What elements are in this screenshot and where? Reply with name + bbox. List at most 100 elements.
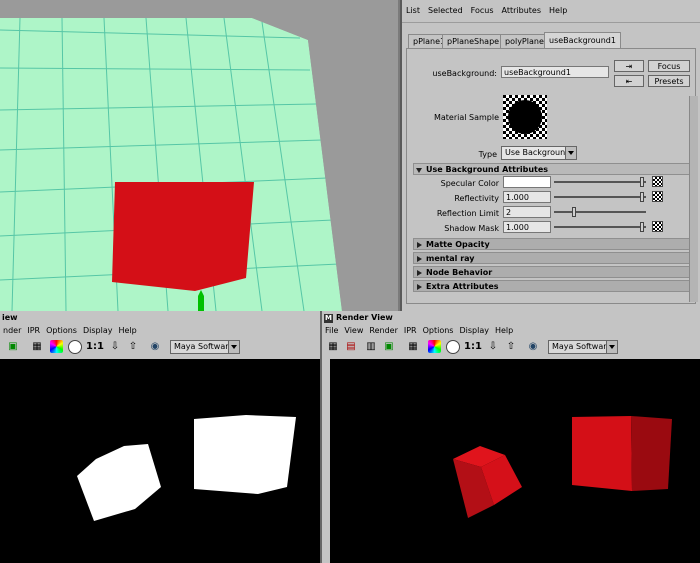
menu-display[interactable]: Display (80, 326, 116, 335)
shadow-mask-field[interactable]: 1.000 (503, 221, 551, 233)
specular-color-slider[interactable] (554, 177, 646, 187)
clapper-icon[interactable]: ▦ (406, 340, 420, 354)
remove-image-icon[interactable]: ⇧ (126, 340, 140, 354)
ipr-render-icon[interactable]: ▥ (364, 340, 378, 354)
mask-render (77, 415, 296, 521)
real-size-button[interactable]: 1:1 (86, 340, 104, 354)
keep-image-icon[interactable]: ⇩ (108, 340, 122, 354)
render-view-left-title: iew (0, 311, 320, 324)
section-title: Extra Attributes (426, 282, 499, 291)
slider-thumb[interactable] (640, 222, 644, 232)
reflectivity-field[interactable]: 1.000 (503, 191, 551, 203)
menu-focus[interactable]: Focus (467, 6, 498, 15)
clapper-icon[interactable]: ▦ (30, 340, 44, 354)
shadow-mask-slider[interactable] (554, 222, 646, 232)
menu-render[interactable]: Render (366, 326, 400, 335)
snapshot-icon[interactable]: ▣ (382, 340, 396, 354)
map-checker-icon[interactable] (652, 221, 663, 232)
expand-right-icon (417, 270, 422, 276)
section-use-background-attributes[interactable]: Use Background Attributes (413, 163, 691, 175)
alpha-channel-icon[interactable] (446, 340, 460, 354)
render-view-right: M Render View File View Render IPR Options Dis… (322, 311, 700, 563)
snapshot-icon[interactable]: ▣ (6, 340, 20, 354)
viewport-3d[interactable] (0, 0, 398, 311)
expand-down-icon (416, 168, 422, 173)
node-name-field[interactable]: useBackground1 (501, 66, 609, 78)
red-cube-large-front (572, 416, 632, 491)
renderer-value: Maya Software (174, 342, 234, 351)
render-view-right-titlebar: M Render View (322, 311, 700, 324)
section-title: Use Background Attributes (426, 165, 549, 174)
slider-thumb[interactable] (640, 177, 644, 187)
red-cube-large-side (631, 416, 672, 491)
expand-right-icon (417, 256, 422, 262)
slider-thumb[interactable] (572, 207, 576, 217)
renderer-dropdown[interactable]: Maya Software (548, 340, 618, 354)
rgb-channel-icon[interactable] (428, 340, 441, 353)
section-extra-attributes[interactable]: Extra Attributes (413, 280, 691, 292)
chevron-down-icon (606, 341, 617, 353)
render-view-left-toolbar: ▣ ▦ 1:1 ⇩ ⇧ ◉ Maya Software (0, 337, 320, 358)
render-view-right-toolbar: ▦ ▤ ▥ ▣ ▦ 1:1 ⇩ ⇧ ◉ Maya Software (322, 337, 700, 358)
focus-button[interactable]: Focus (648, 60, 690, 72)
renderer-dropdown[interactable]: Maya Software (170, 340, 240, 354)
output-arrow-button[interactable]: ⇤ (614, 75, 644, 87)
attribute-editor: List Selected Focus Attributes Help pPlane1 … (400, 0, 700, 311)
tab-usebackground1[interactable]: useBackground1 (544, 32, 621, 49)
alpha-channel-icon[interactable] (68, 340, 82, 354)
reflection-limit-label: Reflection Limit (436, 209, 499, 218)
render-image-right (330, 359, 700, 563)
menu-ipr[interactable]: IPR (401, 326, 420, 335)
redo-render-icon[interactable]: ▦ (326, 340, 340, 354)
node-label: useBackground: (432, 69, 497, 78)
type-dropdown-value: Use Background (505, 148, 571, 157)
material-sample-swatch[interactable] (503, 95, 547, 139)
menu-render[interactable]: nder (0, 326, 24, 335)
map-checker-icon[interactable] (652, 191, 663, 202)
menu-view[interactable]: View (341, 326, 366, 335)
menu-display[interactable]: Display (456, 326, 492, 335)
real-size-button[interactable]: 1:1 (464, 340, 482, 354)
rgb-channel-icon[interactable] (50, 340, 63, 353)
menu-attributes[interactable]: Attributes (498, 6, 546, 15)
reflectivity-slider[interactable] (554, 192, 646, 202)
section-title: Matte Opacity (426, 240, 490, 249)
remove-image-icon[interactable]: ⇧ (504, 340, 518, 354)
menu-selected[interactable]: Selected (424, 6, 467, 15)
menu-help[interactable]: Help (115, 326, 139, 335)
render-view-right-menubar: File View Render IPR Options Display Help (322, 324, 700, 337)
render-settings-icon[interactable]: ◉ (526, 340, 540, 354)
menu-options[interactable]: Options (420, 326, 457, 335)
red-cube[interactable] (112, 182, 254, 291)
menu-options[interactable]: Options (43, 326, 80, 335)
slider-thumb[interactable] (640, 192, 644, 202)
white-cube-large (194, 415, 296, 494)
specular-color-label: Specular Color (440, 179, 499, 188)
menu-help[interactable]: Help (545, 6, 571, 15)
specular-color-swatch[interactable] (503, 176, 551, 188)
material-sample-label: Material Sample (433, 113, 499, 122)
section-matte-opacity[interactable]: Matte Opacity (413, 238, 691, 250)
map-checker-icon[interactable] (652, 176, 663, 187)
render-settings-icon[interactable]: ◉ (148, 340, 162, 354)
menu-ipr[interactable]: IPR (24, 326, 43, 335)
type-dropdown[interactable]: Use Background (501, 146, 577, 160)
render-region-icon[interactable]: ▤ (344, 340, 358, 354)
expand-right-icon (417, 242, 422, 248)
maya-logo-icon: M (324, 314, 333, 323)
presets-button[interactable]: Presets (648, 75, 690, 87)
reflectivity-label: Reflectivity (454, 194, 499, 203)
reflection-limit-field[interactable]: 2 (503, 206, 551, 218)
type-label: Type (478, 150, 497, 159)
section-node-behavior[interactable]: Node Behavior (413, 266, 691, 278)
ae-panel: useBackground: useBackground1 ⇥ ⇤ Focus … (406, 48, 696, 304)
reflection-limit-slider[interactable] (554, 207, 646, 217)
ae-scrollbar[interactable] (689, 96, 698, 302)
menu-help[interactable]: Help (492, 326, 516, 335)
ae-menubar: List Selected Focus Attributes Help (402, 0, 700, 23)
focus-arrow-button[interactable]: ⇥ (614, 60, 644, 72)
section-mental-ray[interactable]: mental ray (413, 252, 691, 264)
menu-list[interactable]: List (402, 6, 424, 15)
menu-file[interactable]: File (322, 326, 341, 335)
keep-image-icon[interactable]: ⇩ (486, 340, 500, 354)
